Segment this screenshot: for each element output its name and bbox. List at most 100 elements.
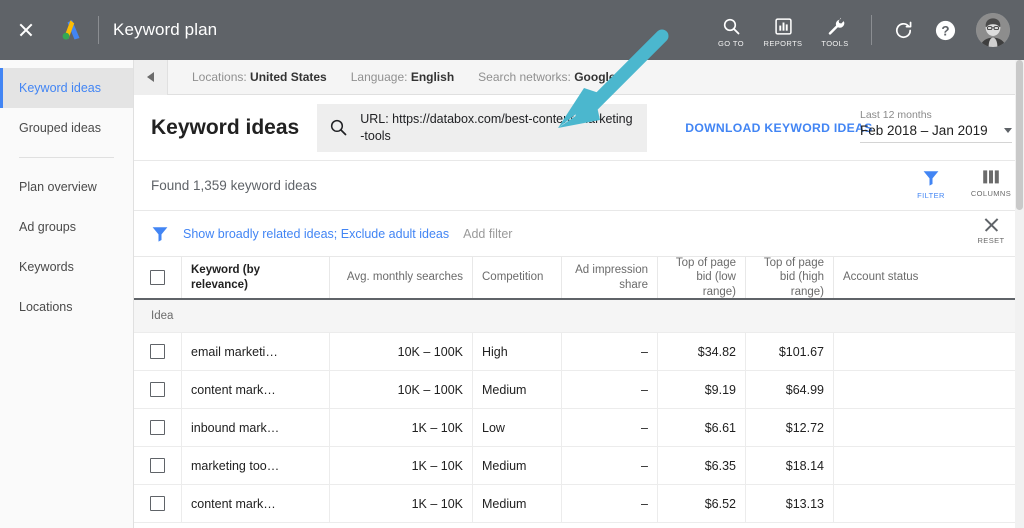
cell-avg-searches: 1K – 10K xyxy=(330,447,473,484)
filter-chips-row: Show broadly related ideas; Exclude adul… xyxy=(134,211,1024,257)
sidebar-item-locations[interactable]: Locations xyxy=(0,287,133,327)
vertical-scrollbar[interactable] xyxy=(1015,60,1024,528)
table-row[interactable]: email marketi… 10K – 100K High – $34.82 … xyxy=(134,333,1024,371)
google-ads-keyword-planner: Keyword plan GO TO REPORTS TOOLS xyxy=(0,0,1024,528)
reset-button[interactable]: RESET xyxy=(968,216,1014,245)
cell-keyword: content mark… xyxy=(182,485,330,522)
row-select-cell xyxy=(134,333,182,370)
row-checkbox[interactable] xyxy=(150,382,165,397)
cell-bid-low: $6.61 xyxy=(658,409,746,446)
svg-text:?: ? xyxy=(941,23,949,38)
column-header-avg-searches[interactable]: Avg. monthly searches xyxy=(330,257,473,298)
sidebar-item-plan-overview[interactable]: Plan overview xyxy=(0,167,133,207)
sidebar-item-keyword-ideas[interactable]: Keyword ideas xyxy=(0,68,133,108)
toolbar-divider xyxy=(871,15,872,45)
cell-bid-low: $9.19 xyxy=(658,371,746,408)
table-group-row: Idea xyxy=(134,300,1024,333)
column-header-ad-impression-share[interactable]: Ad impression share xyxy=(562,257,658,298)
cell-bid-low: $6.52 xyxy=(658,485,746,522)
row-checkbox[interactable] xyxy=(150,344,165,359)
cell-bid-low: $34.82 xyxy=(658,333,746,370)
refresh-button[interactable] xyxy=(882,0,924,60)
help-button[interactable]: ? xyxy=(924,0,966,60)
toolbar-reports-label: REPORTS xyxy=(764,39,803,48)
row-checkbox[interactable] xyxy=(150,420,165,435)
cell-avg-searches: 10K – 100K xyxy=(330,333,473,370)
columns-button[interactable]: COLUMNS xyxy=(968,169,1014,200)
active-filters-text[interactable]: Show broadly related ideas; Exclude adul… xyxy=(183,227,449,241)
select-all-checkbox[interactable] xyxy=(150,270,165,285)
collapse-panel-button[interactable] xyxy=(134,60,168,95)
row-select-cell xyxy=(134,371,182,408)
cell-bid-low: $6.35 xyxy=(658,447,746,484)
context-locations-label: Locations: xyxy=(192,70,247,84)
date-range-selector[interactable]: Last 12 months Feb 2018 – Jan 2019 xyxy=(860,109,1012,143)
sidebar-item-ad-groups[interactable]: Ad groups xyxy=(0,207,133,247)
cell-bid-high: $13.13 xyxy=(746,485,834,522)
cell-keyword: inbound mark… xyxy=(182,409,330,446)
avatar-image xyxy=(976,13,1010,47)
wrench-icon xyxy=(826,17,845,36)
toolbar-reports[interactable]: REPORTS xyxy=(757,0,809,60)
cell-ad-impression-share: – xyxy=(562,371,658,408)
scrollbar-thumb[interactable] xyxy=(1016,60,1023,210)
url-search-input[interactable]: URL: https://databox.com/best-content-ma… xyxy=(317,104,647,152)
results-count-row: Found 1,359 keyword ideas FILTER COLUMNS xyxy=(134,161,1024,211)
date-preset-label: Last 12 months xyxy=(860,109,1012,121)
add-filter-button[interactable]: Add filter xyxy=(463,227,512,241)
column-header-bid-high[interactable]: Top of page bid (high range) xyxy=(746,257,834,298)
sidebar-item-label: Keywords xyxy=(19,260,74,274)
cell-competition: Medium xyxy=(473,485,562,522)
filter-button[interactable]: FILTER xyxy=(908,169,954,200)
filter-icon xyxy=(922,169,940,187)
toolbar-goto[interactable]: GO TO xyxy=(705,0,757,60)
cell-bid-high: $64.99 xyxy=(746,371,834,408)
filter-button-label: FILTER xyxy=(917,191,945,200)
table-group-label: Idea xyxy=(151,310,173,322)
row-checkbox[interactable] xyxy=(150,458,165,473)
table-row[interactable]: marketing too… 1K – 10K Medium – $6.35 $… xyxy=(134,447,1024,485)
cell-ad-impression-share: – xyxy=(562,333,658,370)
table-row[interactable]: content mark… 1K – 10K Medium – $6.52 $1… xyxy=(134,485,1024,523)
row-checkbox[interactable] xyxy=(150,496,165,511)
table-row[interactable]: inbound mark… 1K – 10K Low – $6.61 $12.7… xyxy=(134,409,1024,447)
toolbar-goto-label: GO TO xyxy=(718,39,744,48)
column-header-bid-low[interactable]: Top of page bid (low range) xyxy=(658,257,746,298)
chevron-down-icon xyxy=(1004,128,1012,133)
cell-ad-impression-share: – xyxy=(562,409,658,446)
sidebar-item-keywords[interactable]: Keywords xyxy=(0,247,133,287)
top-bar: Keyword plan GO TO REPORTS TOOLS xyxy=(0,0,1024,60)
context-networks[interactable]: Search networks: Google xyxy=(478,70,615,84)
row-select-cell xyxy=(134,447,182,484)
context-language[interactable]: Language: English xyxy=(351,70,454,84)
section-title: Keyword ideas xyxy=(151,116,299,140)
close-button[interactable] xyxy=(0,0,52,60)
avatar[interactable] xyxy=(976,13,1010,47)
context-networks-label: Search networks: xyxy=(478,70,571,84)
context-locations-value: United States xyxy=(250,70,327,84)
cell-competition: Medium xyxy=(473,371,562,408)
close-icon xyxy=(983,216,1000,233)
search-icon xyxy=(329,118,348,137)
toolbar-tools-label: TOOLS xyxy=(821,39,848,48)
column-header-account-status[interactable]: Account status xyxy=(834,257,1024,298)
columns-button-label: COLUMNS xyxy=(971,189,1011,198)
sidebar-item-grouped-ideas[interactable]: Grouped ideas xyxy=(0,108,133,148)
refresh-icon xyxy=(893,20,914,41)
column-header-competition[interactable]: Competition xyxy=(473,257,562,298)
download-keyword-ideas-button[interactable]: DOWNLOAD KEYWORD IDEAS xyxy=(685,121,872,135)
table-row[interactable]: content mark… 10K – 100K Medium – $9.19 … xyxy=(134,371,1024,409)
url-search-value: URL: https://databox.com/best-content-ma… xyxy=(360,111,635,145)
cell-ad-impression-share: – xyxy=(562,485,658,522)
column-header-keyword[interactable]: Keyword (by relevance) xyxy=(182,257,330,298)
help-icon: ? xyxy=(934,19,957,42)
sidebar: Keyword ideas Grouped ideas Plan overvie… xyxy=(0,60,134,528)
google-ads-logo[interactable] xyxy=(52,0,90,60)
context-bar: Locations: United States Language: Engli… xyxy=(134,60,1024,95)
row-select-cell xyxy=(134,409,182,446)
cell-keyword: marketing too… xyxy=(182,447,330,484)
context-networks-value: Google xyxy=(574,70,615,84)
context-locations[interactable]: Locations: United States xyxy=(192,70,327,84)
cell-competition: Medium xyxy=(473,447,562,484)
toolbar-tools[interactable]: TOOLS xyxy=(809,0,861,60)
